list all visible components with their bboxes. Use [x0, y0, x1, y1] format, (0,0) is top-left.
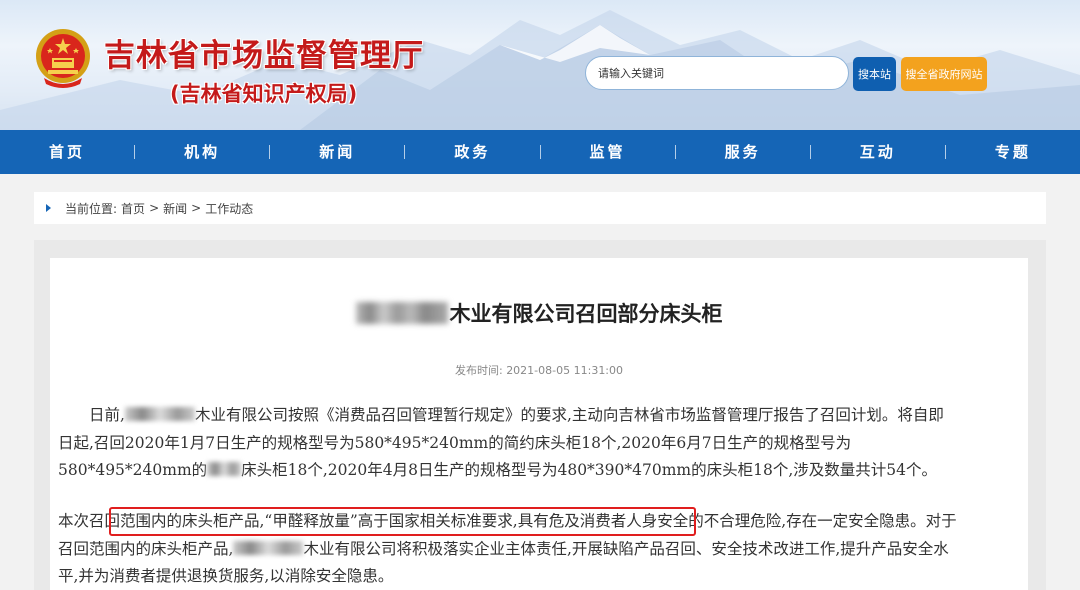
breadcrumb-news-link[interactable]: 新闻 — [163, 200, 187, 217]
redacted-company-name — [124, 407, 195, 421]
search-input[interactable] — [585, 56, 849, 90]
nav-item-home[interactable]: 首页 — [0, 130, 134, 174]
nav-item-interaction[interactable]: 互动 — [811, 130, 945, 174]
redacted-company-name — [233, 540, 304, 555]
breadcrumb-work-news-link[interactable]: 工作动态 — [205, 200, 253, 217]
paragraph-text: 日前, — [89, 406, 125, 424]
nav-item-organization[interactable]: 机构 — [135, 130, 269, 174]
article-title-text: 木业有限公司召回部分床头柜 — [449, 302, 723, 326]
site-title: 吉林省市场监督管理厅 — [104, 38, 424, 74]
breadcrumb-separator: > — [191, 201, 202, 215]
site-subtitle: (吉林省知识产权局) — [170, 82, 358, 106]
nav-item-supervision[interactable]: 监管 — [541, 130, 675, 174]
article-title: 木业有限公司召回部分床头柜 — [50, 298, 1028, 328]
breadcrumb-separator: > — [149, 201, 160, 215]
site-header: 吉林省市场监督管理厅 (吉林省知识产权局) 搜本站 搜全省政府网站 — [0, 0, 1080, 130]
breadcrumb-arrow-icon — [46, 204, 51, 212]
publish-time-value: 2021-08-05 11:31:00 — [506, 364, 624, 377]
article-paragraph-1: 日前, 木业有限公司按照《消费品召回管理暂行规定》的要求,主动向吉林省市场监督管理… — [58, 402, 958, 485]
highlight-annotation-box — [109, 507, 696, 536]
breadcrumb-home-link[interactable]: 首页 — [121, 200, 145, 217]
nav-item-news[interactable]: 新闻 — [270, 130, 404, 174]
paragraph-text: 床头柜18个,2020年4月8日生产的规格型号为480*390*470mm的床头… — [241, 461, 938, 479]
search-province-button[interactable]: 搜全省政府网站 — [901, 57, 987, 91]
nav-item-government-affairs[interactable]: 政务 — [405, 130, 539, 174]
redacted-company-name — [355, 302, 448, 324]
breadcrumb-prefix: 当前位置: — [65, 201, 118, 216]
nav-item-topics[interactable]: 专题 — [946, 130, 1080, 174]
publish-time: 发布时间: 2021-08-05 11:31:00 — [50, 362, 1028, 378]
redacted-product-name — [207, 462, 242, 476]
search-site-button[interactable]: 搜本站 — [853, 57, 896, 91]
national-emblem-icon — [36, 29, 90, 88]
publish-time-label: 发布时间: — [454, 364, 503, 377]
breadcrumb: 当前位置: 首页 > 新闻 > 工作动态 — [34, 192, 1046, 224]
main-nav: 首页 机构 新闻 政务 监管 服务 互动 专题 — [0, 130, 1080, 174]
nav-item-services[interactable]: 服务 — [676, 130, 810, 174]
